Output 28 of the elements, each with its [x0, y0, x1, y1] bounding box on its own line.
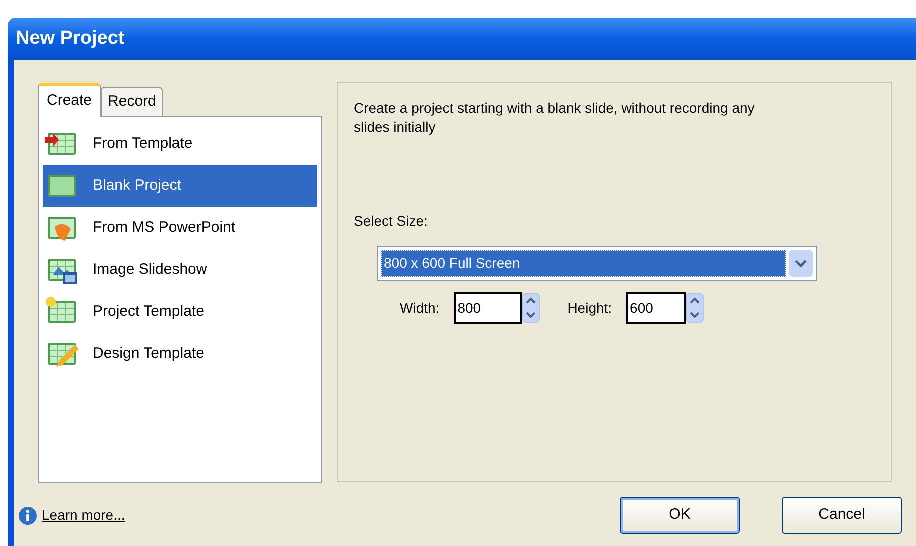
dropdown-value: 800 x 600 Full Screen	[381, 250, 786, 277]
spinner-control[interactable]	[522, 293, 540, 323]
window-title: New Project	[16, 26, 125, 51]
width-field[interactable]: 800	[454, 292, 522, 324]
info-icon	[18, 506, 38, 526]
project-type-item[interactable]: From MS PowerPoint	[43, 207, 317, 249]
project-type-item[interactable]: Image Slideshow	[43, 249, 317, 291]
height-field[interactable]: 600	[626, 292, 686, 324]
item-label: Image Slideshow	[93, 260, 208, 280]
dialog-button[interactable]: OK	[620, 497, 740, 534]
item-label: From MS PowerPoint	[93, 218, 236, 238]
description-text: Create a project starting with a blank slide, without recording any slides initially	[354, 99, 756, 137]
project-type-item[interactable]: From Template	[43, 123, 317, 165]
tab[interactable]: Create	[38, 83, 102, 117]
project-type-item[interactable]: Project Template	[43, 291, 317, 333]
size-dropdown[interactable]: 800 x 600 Full Screen	[377, 246, 817, 281]
size-label: Select Size:	[354, 212, 429, 231]
project-type-item[interactable]: Design Template	[43, 333, 317, 375]
item-label: Blank Project	[93, 176, 182, 196]
item-label: Project Template	[93, 302, 204, 322]
dialog-button[interactable]: Cancel	[782, 497, 902, 534]
width-label: Width:	[400, 298, 440, 318]
item-label: Design Template	[93, 344, 204, 364]
height-label: Height:	[568, 298, 612, 318]
project-type-item[interactable]: Blank Project	[43, 165, 317, 207]
item-label: From Template	[93, 134, 193, 154]
learn-more-link[interactable]: Learn more...	[42, 505, 126, 526]
tab[interactable]: Record	[101, 87, 164, 116]
